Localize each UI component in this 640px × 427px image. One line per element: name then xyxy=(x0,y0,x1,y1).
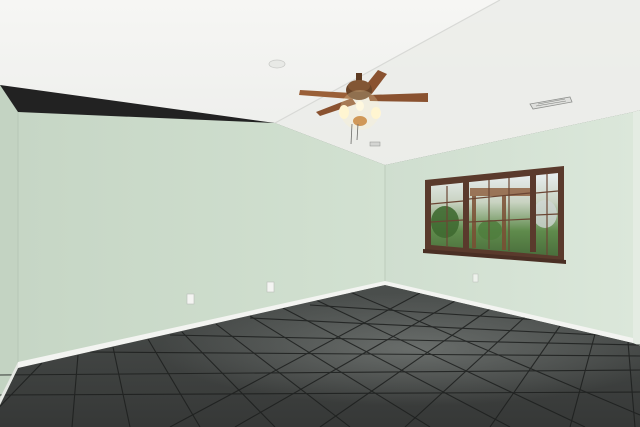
window xyxy=(423,166,566,264)
electrical-outlet xyxy=(266,281,275,293)
room-scene xyxy=(0,0,640,427)
left-side-wall xyxy=(0,85,18,405)
electrical-outlet xyxy=(472,273,479,283)
electrical-outlet xyxy=(186,293,195,305)
smoke-detector xyxy=(268,59,286,69)
hvac-vent-small xyxy=(369,141,381,147)
room-illustration xyxy=(0,0,640,427)
